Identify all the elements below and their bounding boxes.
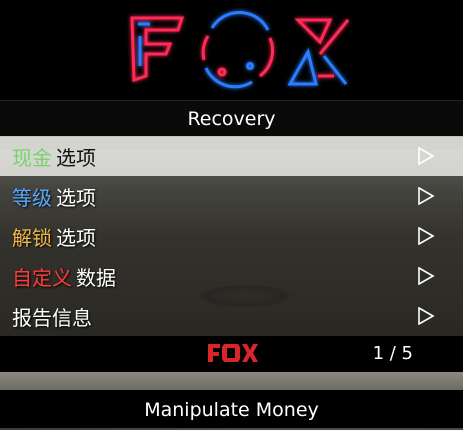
- submenu-title: Recovery: [0, 100, 463, 137]
- menu-item-text: 选项: [56, 185, 96, 210]
- menu-footer: 1 / 5: [0, 336, 463, 372]
- menu-item-accent: 现金: [12, 145, 52, 170]
- menu-item-text: 选项: [56, 225, 96, 250]
- menu-item-label: 解锁 选项: [0, 222, 96, 251]
- menu-item-label: 现金 选项: [0, 142, 96, 171]
- menu-item-label: 等级 选项: [0, 182, 96, 211]
- menu-list: 现金 选项 等级 选项 解锁 选项 自定义 数据 报告信息: [0, 136, 463, 336]
- fox-footer-logo: [208, 344, 258, 362]
- menu-item-report-info[interactable]: 报告信息: [0, 296, 463, 336]
- item-description: Manipulate Money: [0, 390, 463, 428]
- background-gap: [0, 372, 463, 390]
- menu-item-unlock-options[interactable]: 解锁 选项: [0, 216, 463, 256]
- menu-item-label: 报告信息: [0, 302, 92, 331]
- triangle-right-icon: [418, 227, 435, 245]
- menu-item-text: 选项: [56, 145, 96, 170]
- menu-item-accent: 解锁: [12, 225, 52, 250]
- menu-item-label: 自定义 数据: [0, 262, 116, 291]
- menu-item-text: 数据: [76, 265, 116, 290]
- triangle-right-icon: [418, 307, 435, 325]
- triangle-right-icon: [418, 267, 435, 285]
- triangle-right-icon: [418, 187, 435, 205]
- fox-logo: [130, 10, 350, 89]
- menu-item-accent: 自定义: [12, 265, 72, 290]
- triangle-right-icon: [418, 147, 435, 165]
- menu-item-text: 报告信息: [12, 305, 92, 330]
- page-counter: 1 / 5: [372, 343, 413, 364]
- menu-item-cash-options[interactable]: 现金 选项: [0, 136, 463, 176]
- menu-header: [0, 0, 463, 100]
- menu-item-level-options[interactable]: 等级 选项: [0, 176, 463, 216]
- menu-item-custom-data[interactable]: 自定义 数据: [0, 256, 463, 296]
- menu-item-accent: 等级: [12, 185, 52, 210]
